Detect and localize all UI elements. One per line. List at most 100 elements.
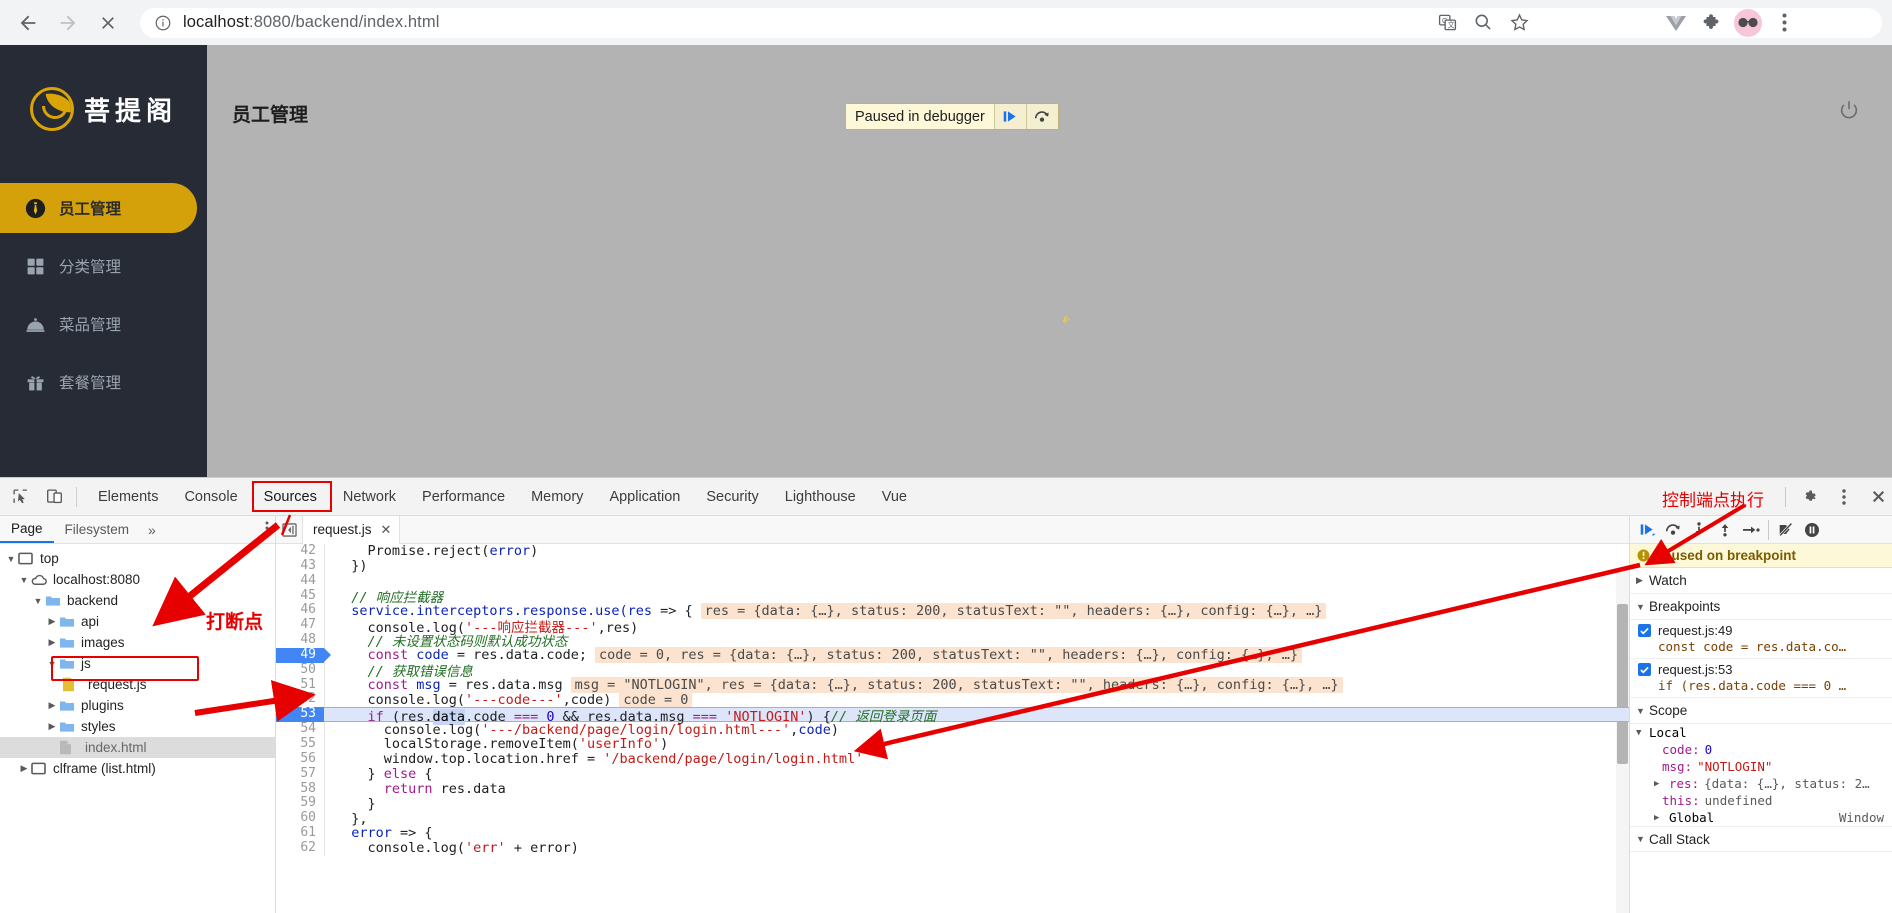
tab-elements[interactable]: Elements xyxy=(85,478,171,516)
navigator-more-tabs-icon[interactable]: » xyxy=(140,522,164,538)
device-toolbar-icon[interactable] xyxy=(40,483,68,511)
tree-node-localhost[interactable]: ▼ localhost:8080 xyxy=(0,569,275,590)
line-number[interactable]: 54 xyxy=(276,722,324,737)
line-number[interactable]: 60 xyxy=(276,811,324,826)
translate-icon[interactable]: G文 xyxy=(1429,4,1465,40)
scope-global-group[interactable]: ▶ Global Window xyxy=(1630,809,1892,826)
deactivate-breakpoints-icon[interactable] xyxy=(1773,518,1799,542)
navigator-tab-page[interactable]: Page xyxy=(0,516,54,543)
scope-local-group[interactable]: ▼ Local xyxy=(1630,724,1892,741)
scope-variable-res[interactable]: ▶ res: {data: {…}, status: 2… xyxy=(1630,775,1892,792)
line-number[interactable]: 56 xyxy=(276,752,324,767)
sidebar-item-combo[interactable]: 套餐管理 xyxy=(0,357,197,407)
twisty-icon[interactable]: ▶ xyxy=(45,616,59,627)
line-number[interactable]: 44 xyxy=(276,574,324,589)
step-out-icon[interactable] xyxy=(1712,518,1738,542)
navigator-kebab-icon[interactable] xyxy=(265,521,269,540)
zoom-icon[interactable] xyxy=(1465,4,1501,40)
line-number[interactable]: 47 xyxy=(276,618,324,633)
step-over-icon[interactable] xyxy=(1660,518,1686,542)
line-number[interactable]: 58 xyxy=(276,782,324,797)
twisty-icon[interactable]: ▼ xyxy=(17,575,31,585)
line-number[interactable]: 59 xyxy=(276,796,324,811)
section-call-stack[interactable]: ▼ Call Stack xyxy=(1630,826,1892,852)
power-icon[interactable] xyxy=(1838,99,1860,121)
scope-variable-this[interactable]: this: undefined xyxy=(1630,792,1892,809)
bookmark-star-icon[interactable] xyxy=(1501,4,1537,40)
stop-button[interactable] xyxy=(88,3,128,43)
breakpoint-item[interactable]: request.js:49 const code = res.data.co… xyxy=(1630,620,1892,659)
tab-performance[interactable]: Performance xyxy=(409,478,518,516)
editor-tab-request-js[interactable]: request.js ✕ xyxy=(302,516,400,544)
line-number[interactable]: 55 xyxy=(276,737,324,752)
site-info-icon[interactable] xyxy=(154,14,172,32)
tab-security[interactable]: Security xyxy=(693,478,771,516)
tree-node-plugins[interactable]: ▶ plugins xyxy=(0,695,275,716)
chevron-right-icon[interactable]: ▶ xyxy=(1654,813,1667,823)
extensions-puzzle-icon[interactable] xyxy=(1694,5,1730,41)
line-number[interactable]: 51 xyxy=(276,678,324,693)
back-button[interactable] xyxy=(8,3,48,43)
line-number[interactable]: 43 xyxy=(276,559,324,574)
devtools-kebab-icon[interactable] xyxy=(1830,483,1858,511)
tab-lighthouse[interactable]: Lighthouse xyxy=(772,478,869,516)
breakpoint-checkbox[interactable] xyxy=(1638,624,1651,637)
tab-console[interactable]: Console xyxy=(171,478,250,516)
code-view[interactable]: 42 Promise.reject(error) 43 }) 44 45 // … xyxy=(276,544,1629,913)
scope-variable-code[interactable]: code: 0 xyxy=(1630,741,1892,758)
line-number-breakpoint[interactable]: 49 xyxy=(276,648,324,663)
line-number-breakpoint[interactable]: 53 xyxy=(276,707,324,722)
step-over-icon[interactable] xyxy=(1026,104,1058,129)
section-watch[interactable]: ▶ Watch xyxy=(1630,568,1892,594)
profile-avatar[interactable] xyxy=(1730,5,1766,41)
twisty-icon[interactable]: ▼ xyxy=(31,596,45,606)
devtools-close-icon[interactable] xyxy=(1864,483,1892,511)
twisty-icon[interactable]: ▶ xyxy=(45,637,59,648)
tree-node-clframe[interactable]: ▶ clframe (list.html) xyxy=(0,758,275,779)
tree-node-index-html[interactable]: index.html xyxy=(0,737,275,758)
breakpoint-item[interactable]: request.js:53 if (res.data.code === 0 … xyxy=(1630,659,1892,698)
section-breakpoints[interactable]: ▼ Breakpoints xyxy=(1630,594,1892,620)
line-number[interactable]: 52 xyxy=(276,692,324,707)
line-number[interactable]: 50 xyxy=(276,663,324,678)
line-number[interactable]: 62 xyxy=(276,841,324,856)
line-number[interactable]: 45 xyxy=(276,589,324,604)
resume-script-icon[interactable] xyxy=(994,104,1026,129)
line-number[interactable]: 42 xyxy=(276,544,324,559)
scope-variable-msg[interactable]: msg: "NOTLOGIN" xyxy=(1630,758,1892,775)
navigator-tab-filesystem[interactable]: Filesystem xyxy=(54,516,141,543)
twisty-icon[interactable]: ▶ xyxy=(17,763,31,774)
step-icon[interactable] xyxy=(1738,518,1764,542)
breakpoint-checkbox[interactable] xyxy=(1638,663,1651,676)
line-number[interactable]: 61 xyxy=(276,826,324,841)
resume-script-icon[interactable] xyxy=(1634,518,1660,542)
twisty-icon[interactable]: ▼ xyxy=(4,554,18,564)
section-scope[interactable]: ▼ Scope xyxy=(1630,698,1892,724)
tree-node-top[interactable]: ▼ top xyxy=(0,548,275,569)
forward-button[interactable] xyxy=(48,3,88,43)
step-into-icon[interactable] xyxy=(1686,518,1712,542)
inspect-element-icon[interactable] xyxy=(6,483,34,511)
line-number[interactable]: 57 xyxy=(276,767,324,782)
tree-node-styles[interactable]: ▶ styles xyxy=(0,716,275,737)
tab-vue[interactable]: Vue xyxy=(869,478,920,516)
vue-devtools-icon[interactable] xyxy=(1658,5,1694,41)
line-number[interactable]: 48 xyxy=(276,633,324,648)
pause-on-exceptions-icon[interactable] xyxy=(1799,518,1825,542)
sidebar-item-employee[interactable]: 员工管理 xyxy=(0,183,197,233)
collapse-sidebar-icon[interactable] xyxy=(276,523,302,537)
sidebar-item-dish[interactable]: 菜品管理 xyxy=(0,299,197,349)
tab-network[interactable]: Network xyxy=(330,478,409,516)
sidebar-item-category[interactable]: 分类管理 xyxy=(0,241,197,291)
tab-memory[interactable]: Memory xyxy=(518,478,596,516)
chevron-right-icon[interactable]: ▶ xyxy=(1654,779,1667,789)
tab-application[interactable]: Application xyxy=(596,478,693,516)
browser-menu-icon[interactable] xyxy=(1766,5,1802,41)
line-number[interactable]: 46 xyxy=(276,603,324,618)
tree-node-images[interactable]: ▶ images xyxy=(0,632,275,653)
close-icon[interactable]: ✕ xyxy=(381,522,392,538)
address-bar[interactable]: localhost:8080/backend/index.html xyxy=(140,8,1882,38)
twisty-icon[interactable]: ▶ xyxy=(45,721,59,732)
settings-gear-icon[interactable] xyxy=(1796,483,1824,511)
twisty-icon[interactable]: ▶ xyxy=(45,700,59,711)
